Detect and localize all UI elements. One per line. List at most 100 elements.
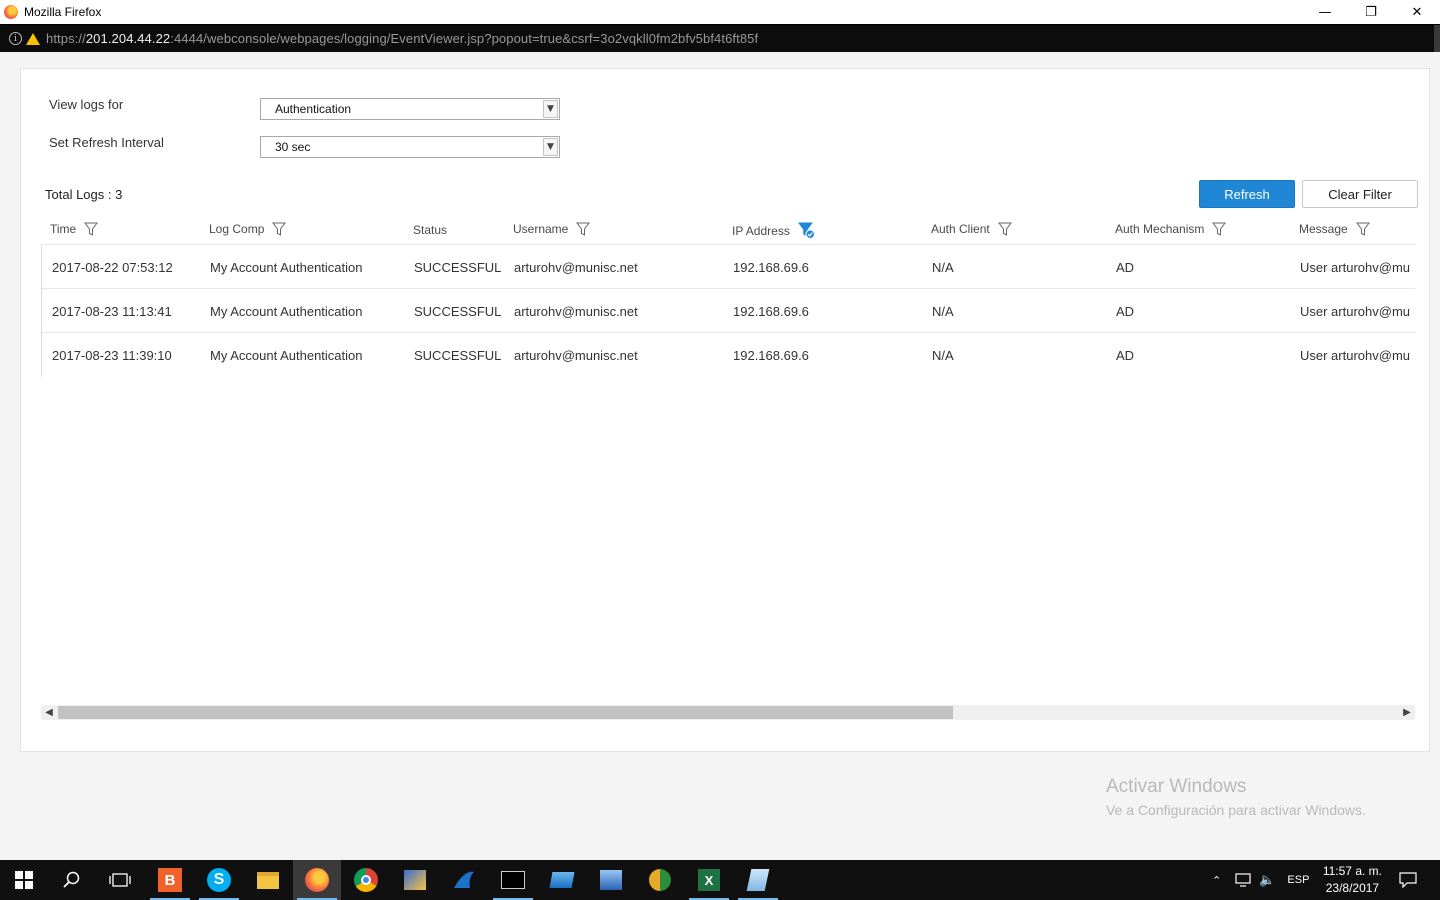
scrollbar-stub <box>1434 25 1440 53</box>
filter-icon[interactable] <box>997 222 1012 236</box>
table-row[interactable]: 2017-08-22 07:53:12 My Account Authentic… <box>42 245 1415 289</box>
filter-icon[interactable] <box>84 222 99 236</box>
event-viewer-panel: View logs for Authentication ▼ Set Refre… <box>20 68 1430 752</box>
remote-desktop-icon[interactable] <box>538 860 586 900</box>
cell-ip-address: 192.168.69.6 <box>733 260 809 275</box>
clock[interactable]: 11:57 a. m. 23/8/2017 <box>1323 863 1382 897</box>
security-warning-icon[interactable] <box>26 32 40 45</box>
cell-log-comp: My Account Authentication <box>210 348 363 363</box>
start-icon[interactable] <box>0 860 48 900</box>
cell-username: arturohv@munisc.net <box>514 348 638 363</box>
column-title: IP Address <box>732 223 790 238</box>
clear-filter-button[interactable]: Clear Filter <box>1302 180 1418 208</box>
notepad-icon[interactable] <box>734 860 782 900</box>
skype-icon[interactable]: S <box>195 860 243 900</box>
refresh-interval-select[interactable]: 30 sec ▼ <box>260 136 560 158</box>
chevron-down-icon[interactable]: ▼ <box>543 100 558 118</box>
column-title: Auth Client <box>931 222 990 236</box>
file-explorer-icon[interactable] <box>244 860 292 900</box>
cell-username: arturohv@munisc.net <box>514 304 638 319</box>
total-logs: Total Logs : 3 <box>45 187 123 202</box>
column-header-username[interactable]: Username <box>513 222 591 236</box>
info-icon[interactable]: i <box>9 32 22 45</box>
filter-icon[interactable] <box>576 222 591 236</box>
column-header-time[interactable]: Time <box>50 222 99 236</box>
cell-time: 2017-08-23 11:13:41 <box>52 304 172 319</box>
table-row[interactable]: 2017-08-23 11:13:41 My Account Authentic… <box>42 289 1415 333</box>
cell-auth-mechanism: AD <box>1116 304 1135 319</box>
system-tray: ⌃ 🔈 ESP <box>1212 860 1309 900</box>
column-header-ip-address[interactable]: IP Address <box>732 222 815 239</box>
table-row[interactable]: 2017-08-23 11:39:10 My Account Authentic… <box>42 333 1415 377</box>
refresh-button[interactable]: Refresh <box>1199 180 1295 208</box>
column-header-log-comp[interactable]: Log Comp <box>209 222 287 236</box>
close-button[interactable]: ✕ <box>1394 0 1440 24</box>
view-logs-label: View logs for <box>49 97 124 112</box>
excel-icon[interactable]: X <box>685 860 733 900</box>
network-app-icon[interactable] <box>391 860 439 900</box>
column-header-status[interactable]: Status <box>413 223 447 237</box>
media-app-icon[interactable] <box>636 860 684 900</box>
active-filter-icon[interactable] <box>797 222 815 239</box>
url-text[interactable]: https://201.204.44.22:4444/webconsole/we… <box>46 31 758 46</box>
cell-ip-address: 192.168.69.6 <box>733 348 809 363</box>
shark-app-icon[interactable] <box>440 860 488 900</box>
cell-log-comp: My Account Authentication <box>210 304 363 319</box>
activation-watermark-title: Activar Windows <box>1106 776 1247 797</box>
search-icon[interactable] <box>48 860 96 900</box>
cell-username: arturohv@munisc.net <box>514 260 638 275</box>
chrome-icon[interactable] <box>342 860 390 900</box>
refresh-interval-label: Set Refresh Interval <box>49 135 164 150</box>
window-titlebar: Mozilla Firefox — ❐ ✕ <box>0 0 1440 24</box>
window-title: Mozilla Firefox <box>24 5 102 19</box>
table-header: Time Log Comp Status Username IP Address <box>41 213 1415 245</box>
filter-icon[interactable] <box>272 222 287 236</box>
cell-auth-client: N/A <box>932 304 954 319</box>
scrollbar-thumb[interactable] <box>58 706 953 719</box>
column-title: Status <box>413 223 448 237</box>
volume-icon[interactable]: 🔈 <box>1259 873 1275 888</box>
cell-auth-mechanism: AD <box>1116 260 1135 275</box>
column-title: Log Comp <box>209 222 265 236</box>
refresh-interval-value: 30 sec <box>275 140 311 154</box>
column-header-auth-mechanism[interactable]: Auth Mechanism <box>1115 222 1227 236</box>
cell-log-comp: My Account Authentication <box>210 260 363 275</box>
table-body: 2017-08-22 07:53:12 My Account Authentic… <box>41 245 1415 377</box>
notifications-icon[interactable] <box>1384 860 1432 900</box>
cell-message: User arturohv@mu <box>1300 304 1411 319</box>
filter-icon[interactable] <box>1212 222 1227 236</box>
firefox-logo-icon <box>4 5 18 19</box>
terminal-icon[interactable] <box>489 860 537 900</box>
scroll-right-icon[interactable]: ▶ <box>1399 705 1415 720</box>
column-header-message[interactable]: Message <box>1299 222 1370 236</box>
cell-time: 2017-08-23 11:39:10 <box>52 348 172 363</box>
cell-message: User arturohv@mu <box>1300 260 1411 275</box>
cell-status: SUCCESSFUL <box>414 304 502 319</box>
taskbar: B S X ⌃ 🔈 ESP 11:57 a. m. 23/8/2017 <box>0 860 1440 900</box>
language-indicator[interactable]: ESP <box>1287 874 1309 886</box>
computer-app-icon[interactable] <box>587 860 635 900</box>
chevron-down-icon[interactable]: ▼ <box>543 138 558 156</box>
url-bar[interactable]: i https://201.204.44.22:4444/webconsole/… <box>0 24 1440 53</box>
cell-message: User arturohv@mu <box>1300 348 1411 363</box>
window-controls: — ❐ ✕ <box>1302 0 1440 24</box>
filter-icon[interactable] <box>1355 222 1370 236</box>
column-title: Username <box>513 222 569 236</box>
cell-auth-client: N/A <box>932 348 954 363</box>
task-view-icon[interactable] <box>96 860 144 900</box>
brave-icon[interactable]: B <box>146 860 194 900</box>
minimize-button[interactable]: — <box>1302 0 1348 24</box>
restore-button[interactable]: ❐ <box>1348 0 1394 24</box>
clock-time: 11:57 a. m. <box>1322 864 1382 878</box>
clock-date: 23/8/2017 <box>1325 881 1380 895</box>
cell-auth-mechanism: AD <box>1116 348 1135 363</box>
scroll-left-icon[interactable]: ◀ <box>41 705 57 720</box>
column-title: Time <box>50 222 77 236</box>
horizontal-scrollbar[interactable]: ◀ ▶ <box>41 705 1415 720</box>
network-icon[interactable] <box>1233 873 1251 887</box>
column-header-auth-client[interactable]: Auth Client <box>931 222 1012 236</box>
firefox-icon[interactable] <box>293 860 341 900</box>
view-logs-select[interactable]: Authentication ▼ <box>260 98 560 120</box>
show-hidden-icons-icon[interactable]: ⌃ <box>1212 874 1221 887</box>
cell-time: 2017-08-22 07:53:12 <box>52 260 173 275</box>
